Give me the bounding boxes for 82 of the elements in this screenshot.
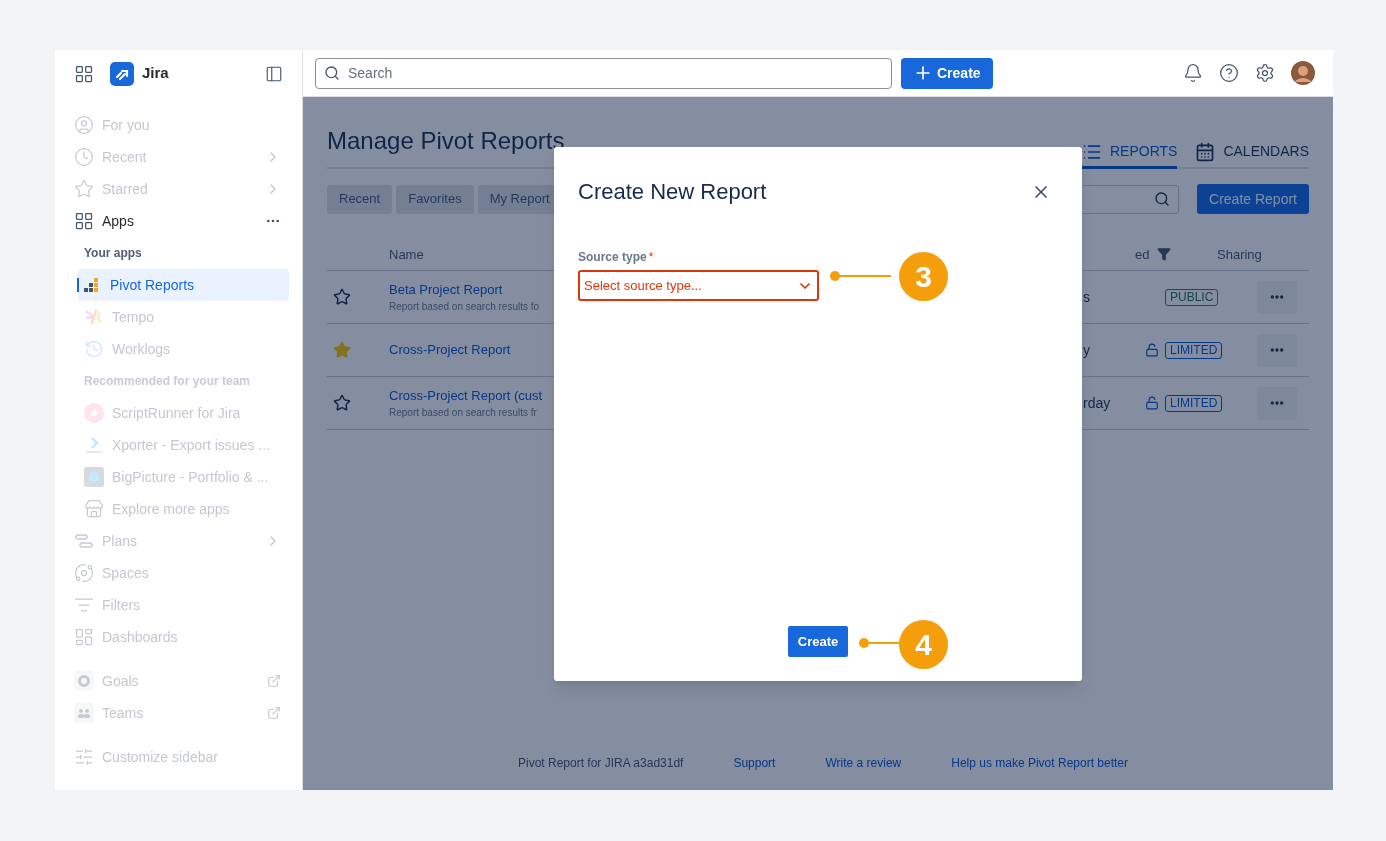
create-button[interactable]: Create xyxy=(787,626,849,657)
dashboard-icon xyxy=(74,627,94,647)
sidebar-item[interactable]: Worklogs xyxy=(78,333,289,365)
search-field[interactable]: Search xyxy=(315,57,892,89)
sharing-tag: LIMITED xyxy=(1165,341,1223,359)
field-label: Source type xyxy=(578,249,647,266)
clock-icon xyxy=(74,147,94,167)
view-tab[interactable]: CALENDARS xyxy=(1195,141,1309,169)
table-cell-text: s xyxy=(1083,287,1091,307)
version-text: Pivot Report for JIRA a3ad31df xyxy=(518,755,684,772)
sidebar-item[interactable]: Apps xyxy=(70,205,289,237)
column-header: Name xyxy=(389,246,424,264)
search-icon xyxy=(324,65,340,81)
star-icon[interactable] xyxy=(333,288,351,306)
target-icon xyxy=(74,671,94,691)
report-link[interactable]: Cross-Project Report xyxy=(389,340,511,360)
section-heading: Your apps xyxy=(84,245,142,262)
page-title: Manage Pivot Reports xyxy=(327,126,566,156)
sidebar-item[interactable]: Xporter - Export issues ... xyxy=(78,429,289,461)
column-header: ed xyxy=(1135,246,1150,264)
history-icon xyxy=(84,339,104,359)
sidebar-item[interactable]: Goals xyxy=(70,665,289,697)
filter-chip[interactable]: Recent xyxy=(327,184,393,214)
footer-link[interactable]: Write a review xyxy=(825,754,902,772)
settings-icon[interactable] xyxy=(1255,63,1275,83)
report-description: Report based on search results fo xyxy=(389,300,540,315)
table-cell-text: y xyxy=(1083,340,1091,360)
sidebar-item[interactable]: BigPicture - Portfolio & ... xyxy=(78,461,289,493)
sidebar-item[interactable]: Explore more apps xyxy=(78,493,289,525)
star-icon[interactable] xyxy=(333,394,351,412)
report-link[interactable]: Beta Project Report xyxy=(389,279,503,300)
table-cell-text: rday xyxy=(1083,393,1112,413)
sidebar-item[interactable]: Recent xyxy=(70,141,289,173)
sidebar-item[interactable]: Teams xyxy=(70,697,289,729)
footer-link[interactable]: Support xyxy=(733,754,776,772)
sidebar-item[interactable]: Dashboards xyxy=(70,621,289,653)
plans-icon xyxy=(74,531,94,551)
sidebar-item[interactable]: Pivot Reports xyxy=(78,269,289,301)
report-link[interactable]: Cross-Project Report (cust xyxy=(389,385,543,406)
required-mark: * xyxy=(648,249,654,266)
leader-line xyxy=(829,270,891,282)
notifications-icon[interactable] xyxy=(1183,63,1203,83)
external-link-icon xyxy=(267,706,281,720)
sidebar-item[interactable]: Customize sidebar xyxy=(70,741,289,773)
runner-icon xyxy=(84,403,104,423)
calendar-icon xyxy=(1195,141,1216,162)
user-icon xyxy=(74,115,94,135)
search-icon xyxy=(1154,191,1171,207)
avatar[interactable] xyxy=(1291,61,1315,85)
store-icon xyxy=(84,499,104,519)
sidebar-item[interactable]: Filters xyxy=(70,589,289,621)
create-button[interactable]: Create xyxy=(901,57,993,89)
app-name: Jira xyxy=(142,63,169,84)
source-type-select[interactable]: Select source type... xyxy=(578,270,819,301)
sidebar-item[interactable]: ScriptRunner for Jira xyxy=(78,397,289,429)
sharing-tag: PUBLIC xyxy=(1165,288,1219,306)
star-icon xyxy=(74,179,94,199)
create-report-button[interactable]: Create Report xyxy=(1197,184,1309,214)
sidebar-item[interactable]: Starred xyxy=(70,173,289,205)
footer-link[interactable]: Help us make Pivot Report better xyxy=(951,754,1128,772)
hexagon-logo-icon xyxy=(84,467,104,487)
filter-icon xyxy=(1157,247,1172,261)
filter-chip[interactable]: Favorites xyxy=(396,184,474,214)
sidebar-item[interactable]: Spaces xyxy=(70,557,289,589)
column-header: Sharing xyxy=(1217,246,1263,264)
external-link-icon xyxy=(267,674,281,688)
jira-logo-icon xyxy=(110,61,134,86)
sidebar-item[interactable]: For you xyxy=(70,109,289,141)
sidebar-item[interactable]: Tempo xyxy=(78,301,289,333)
modal-title: Create New Report xyxy=(578,178,768,206)
help-icon[interactable] xyxy=(1219,63,1239,83)
people-icon xyxy=(74,703,94,723)
search-input[interactable]: Search xyxy=(348,62,883,84)
sidebar-item[interactable]: Plans xyxy=(70,525,289,557)
planet-icon xyxy=(74,563,94,583)
app-switcher-icon[interactable] xyxy=(74,63,94,84)
apps-icon xyxy=(74,211,94,231)
sharing-tag: LIMITED xyxy=(1165,394,1223,412)
sidebar-toggle-icon[interactable] xyxy=(265,64,283,83)
tempo-icon xyxy=(84,307,104,327)
report-description: Report based on search results fr xyxy=(389,406,537,421)
sliders-icon xyxy=(74,747,94,767)
